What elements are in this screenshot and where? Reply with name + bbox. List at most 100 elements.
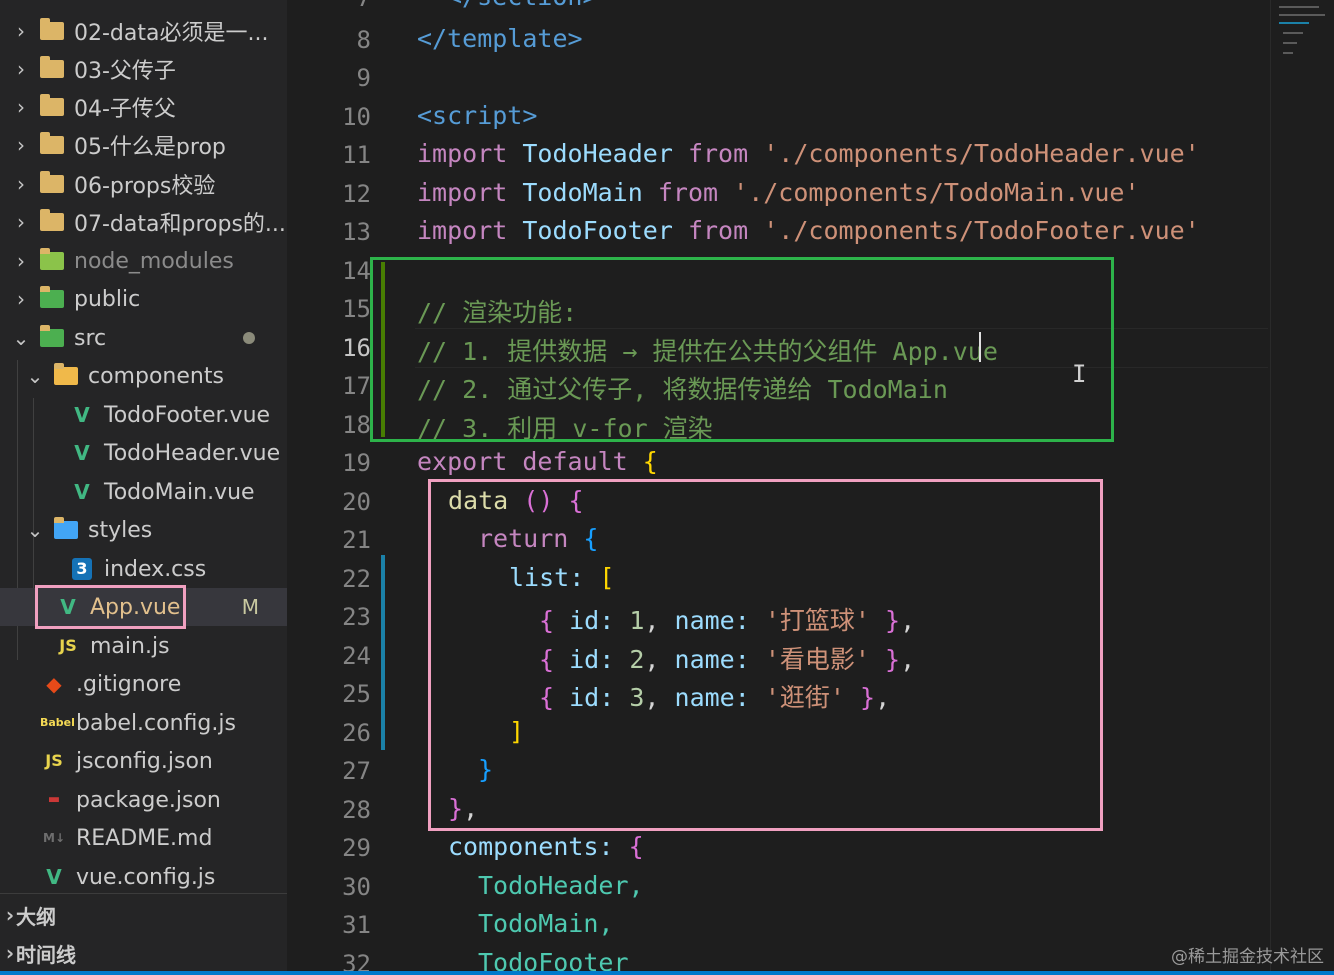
- panel-title: 大纲: [16, 904, 56, 929]
- chevron-down-icon: ⌄: [12, 326, 30, 350]
- code-line-8: </template>: [417, 24, 583, 53]
- outline-panel-header[interactable]: › 大纲: [0, 896, 287, 934]
- tree-item-file[interactable]: V TodoMain.vue: [0, 473, 287, 511]
- line-number: 29: [342, 834, 371, 862]
- vue-icon: V: [74, 403, 90, 427]
- folder-icon: [40, 209, 64, 231]
- tree-item-label: package.json: [76, 787, 221, 813]
- line-number: 31: [342, 911, 371, 939]
- chevron-right-icon: ›: [17, 210, 25, 234]
- line-number: 13: [342, 218, 371, 246]
- tree-item-label: styles: [88, 517, 153, 543]
- line-number: 27: [342, 757, 371, 785]
- tree-item-label: 03-父传子: [74, 59, 176, 84]
- line-number: 17: [342, 372, 371, 400]
- babel-icon: Babel: [40, 716, 75, 729]
- tree-item-folder[interactable]: › 03-父传子: [0, 50, 287, 88]
- line-number: 9: [356, 64, 371, 92]
- css-icon: 3: [72, 558, 92, 580]
- line-number: 28: [342, 796, 371, 824]
- tree-item-folder[interactable]: › 06-props校验: [0, 165, 287, 203]
- tree-item-label: vue.config.js: [76, 864, 216, 890]
- vue-icon: V: [74, 480, 90, 504]
- line-number: 30: [342, 873, 371, 901]
- folder-icon: [40, 171, 64, 193]
- tree-item-label: jsconfig.json: [76, 748, 213, 774]
- tree-item-folder[interactable]: › public: [0, 280, 287, 318]
- status-bar-edge: [0, 971, 1334, 975]
- mouse-ibeam-icon: I: [1072, 360, 1087, 388]
- minimap-line: [1283, 52, 1293, 54]
- tree-item-file[interactable]: ◆ .gitignore: [0, 665, 287, 703]
- code-line-29: components: {: [448, 832, 644, 861]
- minimap[interactable]: [1270, 0, 1334, 975]
- code-line-7: </section>: [447, 0, 598, 11]
- line-number: 12: [342, 180, 371, 208]
- line-number: 22: [342, 565, 371, 593]
- chevron-right-icon: ›: [17, 95, 25, 119]
- minimap-line: [1279, 22, 1309, 24]
- highlight-box-app-vue: [35, 585, 186, 629]
- tree-item-folder[interactable]: › 05-什么是prop: [0, 126, 287, 164]
- tree-item-folder[interactable]: ⌄ styles: [0, 511, 287, 549]
- line-number: 14: [342, 257, 371, 285]
- tree-item-label: node_modules: [74, 248, 234, 274]
- line-number: 21: [342, 526, 371, 554]
- chevron-right-icon: ›: [17, 249, 25, 273]
- tree-item-file[interactable]: ▬ package.json: [0, 781, 287, 819]
- minimap-line: [1279, 6, 1319, 8]
- modified-dot-icon: [243, 332, 255, 344]
- line-number: 26: [342, 719, 371, 747]
- public-folder-icon: [40, 286, 64, 308]
- code-line-11: import TodoHeader from './components/Tod…: [417, 139, 1200, 168]
- styles-folder-icon: [54, 517, 78, 539]
- chevron-down-icon: ⌄: [26, 518, 44, 542]
- line-number: 25: [342, 680, 371, 708]
- highlight-box-comments: [370, 257, 1114, 442]
- panel-title: 时间线: [16, 942, 76, 967]
- explorer-sidebar: › 02-data必须是一... › 03-父传子 › 04-子传父 › 05-…: [0, 0, 287, 975]
- vue-icon: V: [74, 441, 90, 465]
- line-number: 15: [342, 295, 371, 323]
- gutter-modified-indicator: [381, 555, 385, 750]
- line-number: 7: [287, 0, 371, 12]
- chevron-right-icon: ›: [5, 941, 15, 965]
- chevron-right-icon: ›: [17, 287, 25, 311]
- markdown-icon: M↓: [43, 831, 65, 845]
- tree-item-label: TodoHeader.vue: [104, 440, 281, 466]
- tree-item-folder[interactable]: › 02-data必须是一...: [0, 12, 287, 50]
- timeline-panel-header[interactable]: › 时间线: [0, 934, 287, 972]
- chevron-right-icon: ›: [5, 903, 15, 927]
- tree-item-folder[interactable]: › node_modules: [0, 242, 287, 280]
- tree-item-file[interactable]: V TodoHeader.vue: [0, 434, 287, 472]
- minimap-line: [1283, 42, 1297, 44]
- code-line-31: TodoMain,: [478, 909, 614, 938]
- folder-icon: [40, 94, 64, 116]
- highlight-box-data: [428, 479, 1103, 831]
- tree-item-folder[interactable]: ⌄ src: [0, 319, 287, 357]
- git-icon: ◆: [46, 672, 62, 696]
- code-line-12: import TodoMain from './components/TodoM…: [417, 178, 1140, 207]
- tree-item-label: 02-data必须是一...: [74, 21, 269, 46]
- line-number: 24: [342, 642, 371, 670]
- tree-item-file[interactable]: 3 index.css: [0, 550, 287, 588]
- line-number: 19: [342, 449, 371, 477]
- tree-item-file[interactable]: Babel babel.config.js: [0, 704, 287, 742]
- tree-item-label: main.js: [90, 633, 170, 659]
- chevron-right-icon: ›: [17, 172, 25, 196]
- tree-item-label: public: [74, 286, 141, 312]
- line-number: 18: [342, 411, 371, 439]
- tree-item-label: src: [74, 325, 107, 351]
- tree-item-folder[interactable]: ⌄ components: [0, 357, 287, 395]
- tree-item-file[interactable]: JS jsconfig.json: [0, 742, 287, 780]
- js-icon: JS: [59, 636, 77, 655]
- src-folder-icon: [40, 325, 64, 347]
- tree-item-folder[interactable]: › 07-data和props的...: [0, 203, 287, 241]
- line-number: 11: [342, 141, 371, 169]
- tree-item-file[interactable]: V vue.config.js: [0, 858, 287, 896]
- minimap-line: [1283, 32, 1303, 34]
- tree-item-file[interactable]: JS main.js: [0, 627, 287, 665]
- tree-item-file[interactable]: V TodoFooter.vue: [0, 396, 287, 434]
- tree-item-folder[interactable]: › 04-子传父: [0, 88, 287, 126]
- tree-item-file[interactable]: M↓ README.md: [0, 819, 287, 857]
